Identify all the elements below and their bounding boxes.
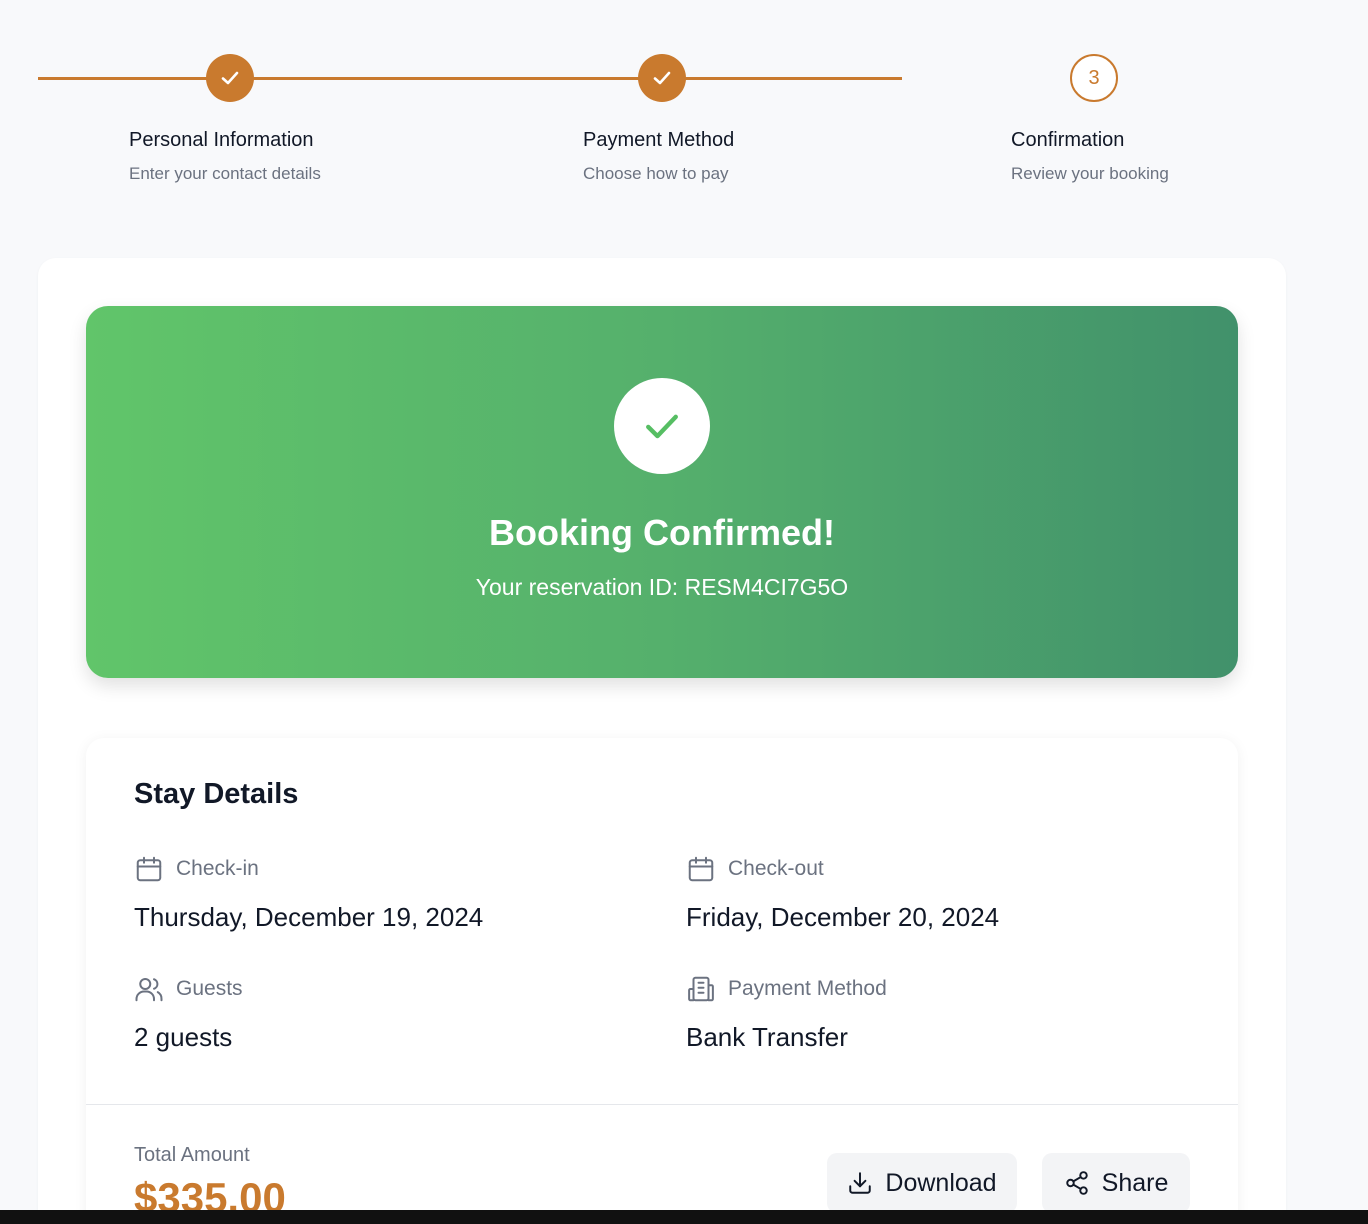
calendar-icon: [688, 856, 714, 882]
section-title: Stay Details: [134, 778, 299, 810]
confirmation-card: Booking Confirmed! Your reservation ID: …: [38, 258, 1286, 1224]
check-in-label: Check-in: [134, 854, 259, 884]
step-2-indicator: [638, 54, 686, 102]
download-label: Download: [885, 1168, 997, 1197]
step-2-subtitle: Choose how to pay: [583, 164, 729, 183]
confirmation-title: Booking Confirmed!: [489, 512, 835, 553]
progress-stepper: 3 Personal Information Enter your contac…: [0, 0, 1368, 220]
step-2-title: Payment Method: [583, 129, 735, 151]
check-in-value: Thursday, December 19, 2024: [134, 902, 484, 932]
step-1-title: Personal Information: [129, 129, 314, 151]
payment-method-value: Bank Transfer: [686, 1022, 848, 1052]
success-banner: Booking Confirmed! Your reservation ID: …: [86, 306, 1238, 678]
step-connector: [470, 77, 902, 80]
guests-value: 2 guests: [134, 1022, 233, 1052]
share-icon: [1065, 1171, 1088, 1195]
divider: [86, 1104, 1238, 1105]
success-badge: [614, 378, 710, 474]
payment-method-label-text: Payment Method: [728, 977, 887, 1000]
check-in-label-text: Check-in: [176, 857, 259, 880]
step-3-subtitle: Review your booking: [1011, 164, 1169, 183]
download-button[interactable]: Download: [827, 1153, 1017, 1213]
step-3-indicator: 3: [1070, 54, 1118, 102]
step-1-subtitle: Enter your contact details: [129, 164, 321, 183]
check-icon: [646, 414, 678, 439]
step-1-indicator: [206, 54, 254, 102]
guests-label-text: Guests: [176, 977, 243, 1000]
share-button[interactable]: Share: [1042, 1153, 1190, 1213]
check-icon: [653, 71, 671, 85]
check-out-label: Check-out: [686, 854, 824, 884]
step-connector: [38, 77, 470, 80]
check-out-value: Friday, December 20, 2024: [686, 902, 1000, 932]
guests-label: Guests: [134, 974, 243, 1004]
check-icon: [221, 71, 239, 85]
download-icon: [849, 1172, 872, 1194]
stay-details-section: Stay Details Check-in Thursday, December…: [86, 738, 1238, 1224]
bank-icon: [688, 976, 714, 1002]
total-amount-label: Total Amount: [134, 1144, 250, 1166]
share-label: Share: [1101, 1168, 1169, 1197]
users-icon: [135, 978, 163, 1002]
step-number: 3: [1088, 66, 1100, 89]
check-out-label-text: Check-out: [728, 857, 824, 880]
screen-bottom-edge: [0, 1210, 1368, 1224]
step-3-title: Confirmation: [1011, 129, 1125, 151]
payment-method-label: Payment Method: [686, 974, 887, 1004]
reservation-id: Your reservation ID: RESM4CI7G5O: [475, 574, 849, 600]
calendar-icon: [136, 856, 162, 882]
